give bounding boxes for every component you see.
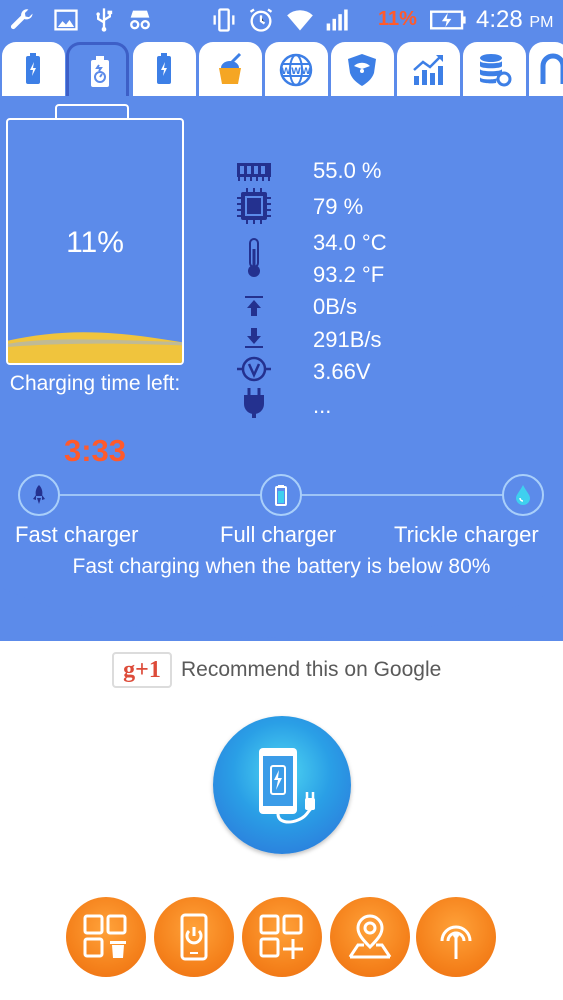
charging-note: Fast charging when the battery is below … [72, 555, 491, 578]
voltage-icon [237, 356, 271, 382]
cpu-usage: 79 % [313, 194, 364, 219]
recommend-text[interactable]: Recommend this on Google [181, 658, 441, 682]
thermometer-icon [248, 238, 260, 277]
charge-boost-button[interactable] [213, 716, 351, 854]
antenna-icon [440, 925, 472, 959]
ram-usage: 55.0 % [313, 158, 382, 183]
tab-battery-charge[interactable] [133, 42, 196, 98]
shield-icon [348, 54, 376, 86]
svg-text:WWW: WWW [281, 67, 311, 77]
incognito-icon [130, 10, 150, 30]
magnet-icon [540, 53, 563, 84]
phone-power-icon [180, 913, 208, 961]
panel-curve [0, 575, 563, 638]
plug-icon [244, 388, 264, 418]
fast-charger-label: Fast charger [15, 522, 139, 547]
download-speed: 291B/s [313, 327, 382, 352]
clock: 4:28 PM [476, 6, 554, 33]
battery-fill [8, 332, 182, 363]
cleaner-icon [219, 52, 242, 84]
location-pin-icon [348, 914, 392, 959]
image-icon [54, 9, 78, 31]
battery-gauge-icon [91, 56, 109, 87]
battery-full-icon [275, 485, 287, 506]
database-settings-icon [480, 54, 512, 87]
tab-cleaner[interactable] [199, 42, 262, 98]
signal-icon [326, 9, 348, 31]
power-saver-button[interactable] [154, 897, 234, 977]
tab-magnet[interactable] [529, 42, 563, 98]
download-icon [245, 328, 263, 348]
battery-percent: 11% [378, 8, 417, 30]
tab-bar: WWW [0, 40, 563, 98]
app-cleaner-button[interactable] [66, 897, 146, 977]
full-charger-label: Full charger [220, 522, 337, 547]
full-charger-step[interactable] [260, 474, 302, 516]
tab-battery[interactable] [2, 42, 65, 98]
apps-add-icon [259, 914, 303, 959]
charging-time-label: Charging time left: [9, 372, 181, 395]
location-button[interactable] [330, 897, 410, 977]
chart-icon [413, 55, 443, 85]
upload-speed: 0B/s [313, 294, 358, 319]
wifi-icon [287, 10, 313, 31]
battery-gauge: 11% [6, 118, 184, 365]
fast-charger-step[interactable] [18, 474, 60, 516]
signal-boost-button[interactable] [416, 897, 496, 977]
temperature-celsius: 34.0 °C [313, 230, 387, 255]
usb-icon [96, 8, 113, 32]
water-drop-icon [516, 485, 530, 505]
phone-charging-icon [259, 748, 315, 824]
battery-icon [26, 53, 40, 84]
tab-www[interactable]: WWW [265, 42, 328, 98]
rocket-icon [33, 485, 45, 504]
trickle-charger-step[interactable] [502, 474, 544, 516]
alarm-icon [249, 8, 273, 32]
battery-level: 11% [66, 226, 124, 259]
apps-delete-icon [83, 914, 127, 958]
google-plus-one-button[interactable]: g+1 [112, 652, 172, 688]
voltage: 3.66V [313, 359, 371, 384]
wrench-icon [10, 9, 33, 30]
vibrate-icon [213, 8, 235, 32]
plug-status: ... [313, 393, 332, 418]
add-apps-button[interactable] [242, 897, 322, 977]
tab-shield[interactable] [331, 42, 394, 98]
tab-database-settings[interactable] [463, 42, 526, 98]
battery-charging-icon [430, 10, 466, 30]
www-icon: WWW [279, 53, 313, 87]
status-bar: 11% 4:28 PM [0, 0, 563, 40]
trickle-charger-label: Trickle charger [394, 522, 539, 547]
tab-chart[interactable] [397, 42, 460, 98]
ram-icon [237, 163, 271, 181]
battery-charge-icon [157, 53, 171, 84]
charging-time-value: 3:33 [63, 433, 127, 468]
cpu-icon [237, 188, 271, 224]
tab-battery-gauge[interactable] [66, 42, 129, 98]
temperature-fahrenheit: 93.2 °F [313, 262, 385, 287]
upload-icon [245, 296, 263, 316]
